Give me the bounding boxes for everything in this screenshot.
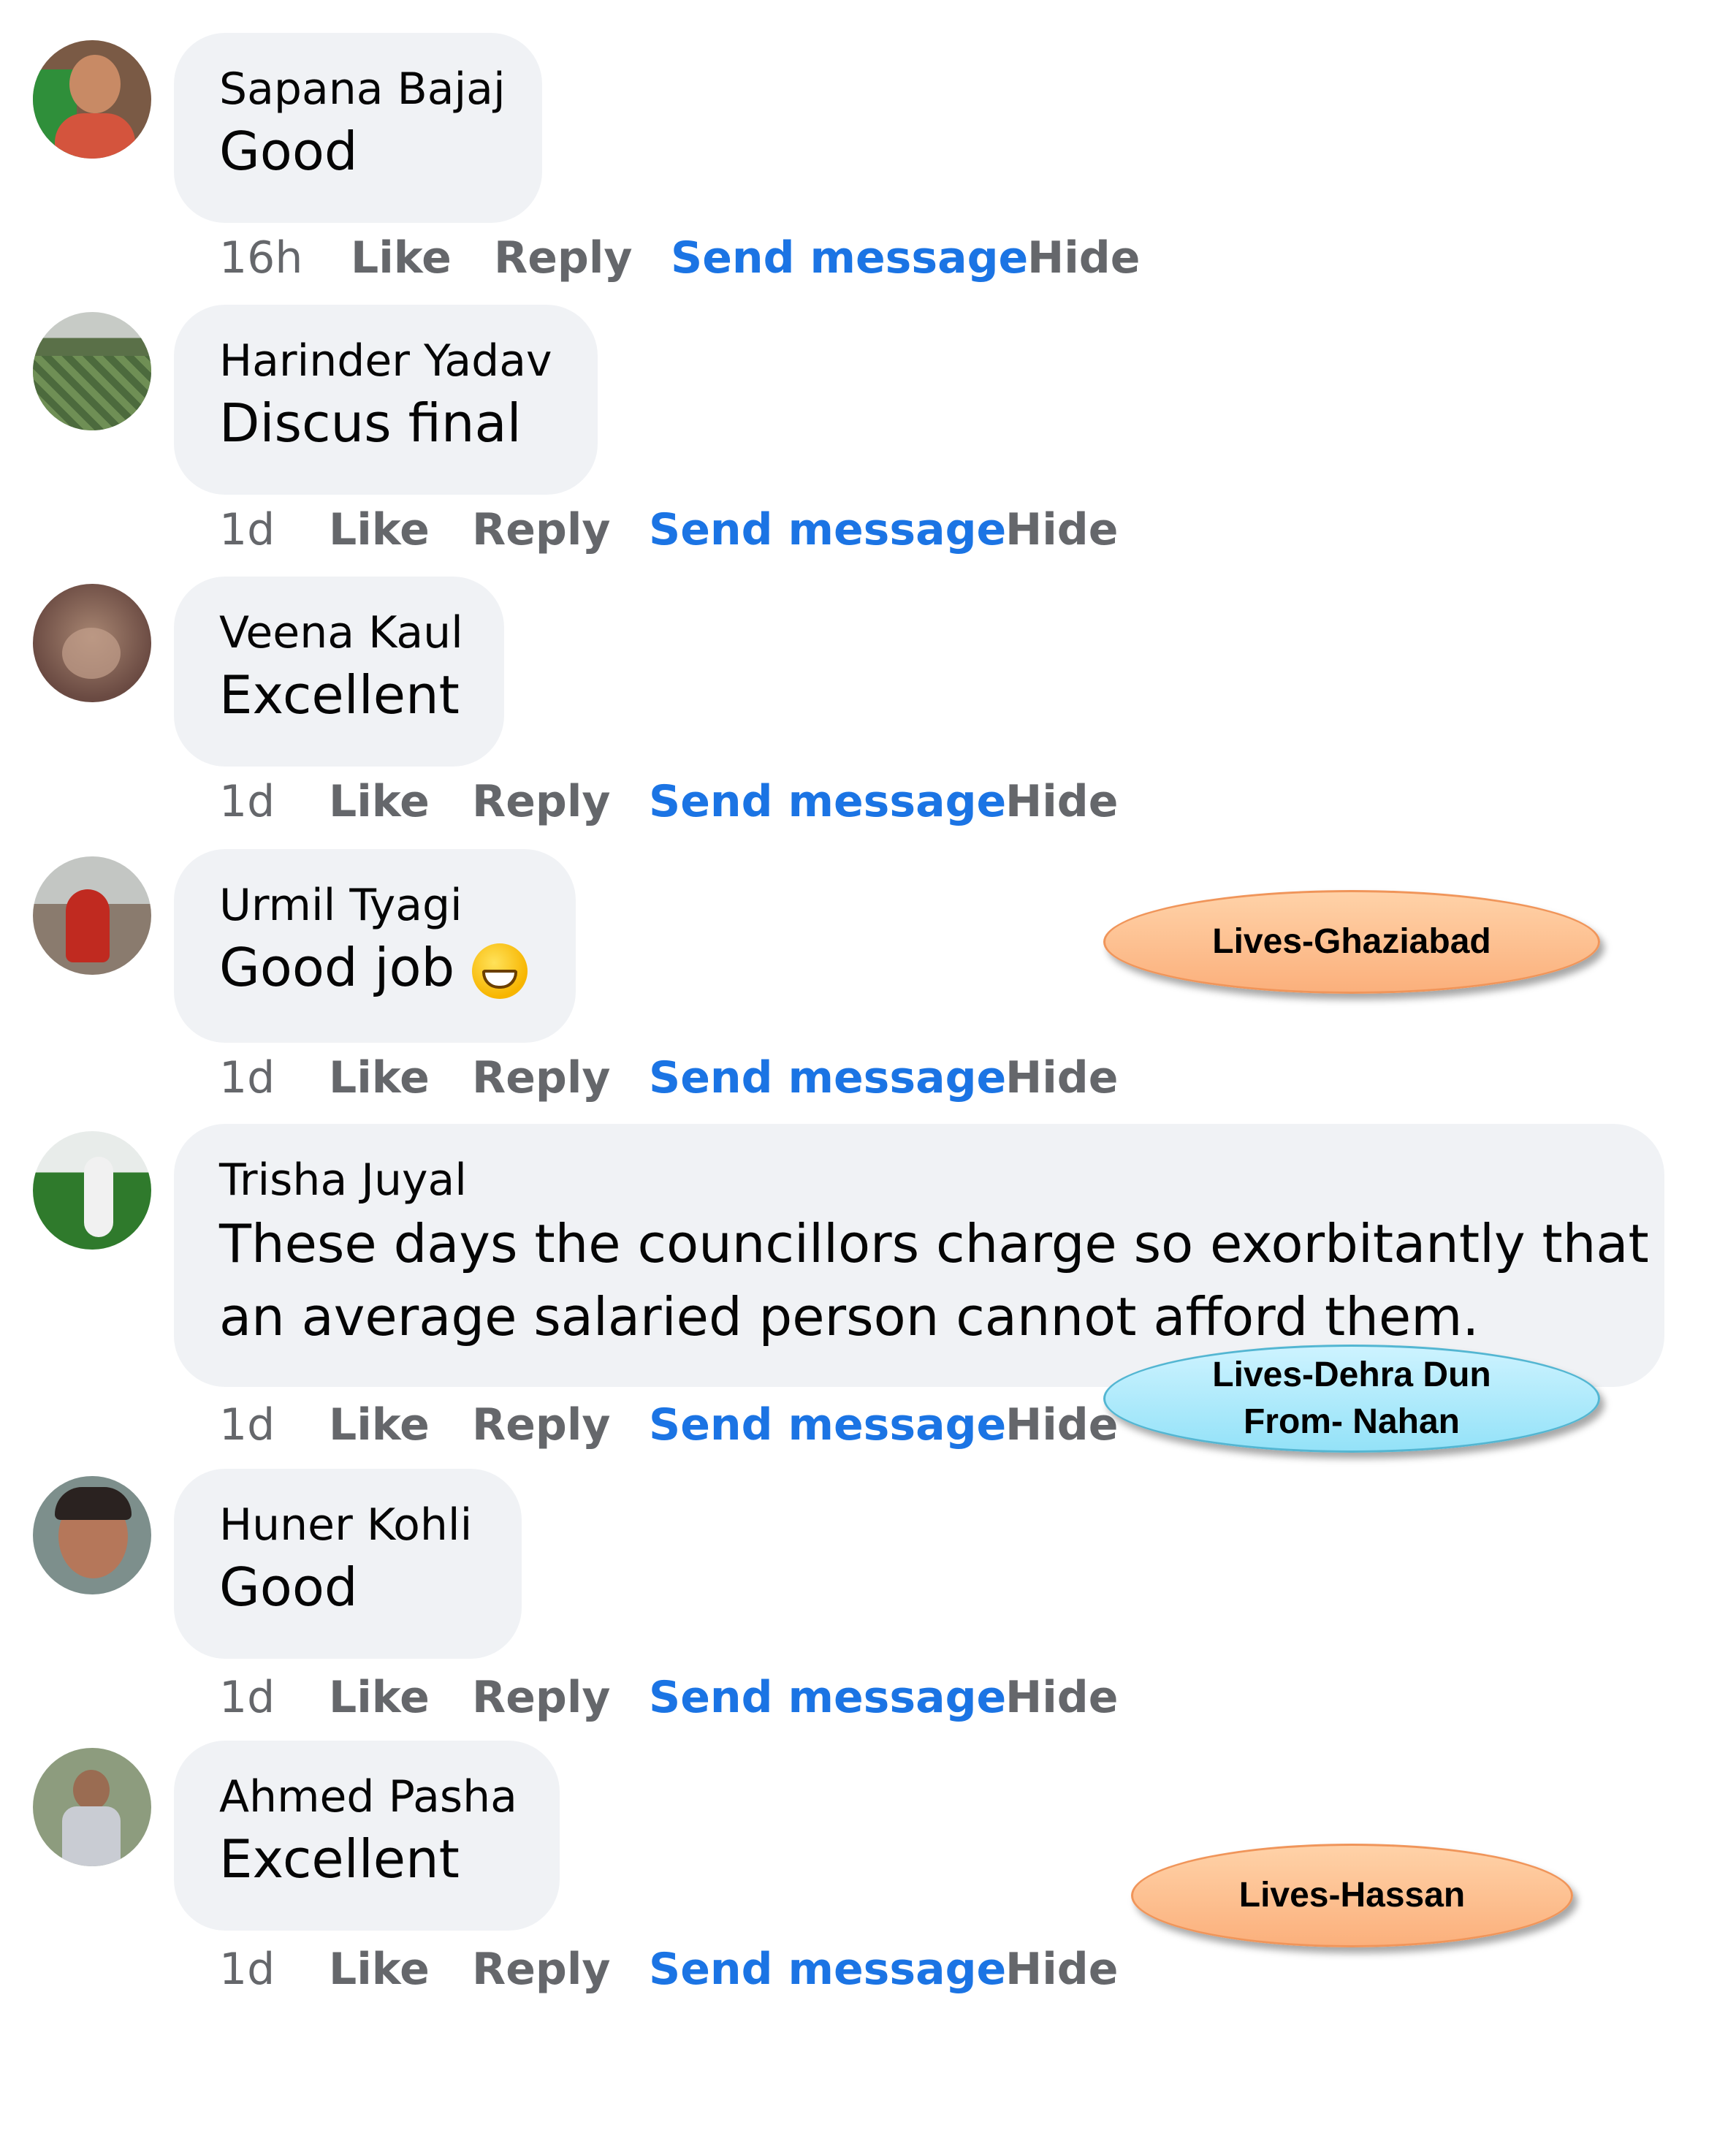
comment-text-value: Good job — [219, 937, 455, 998]
comment-text: Discus final — [219, 392, 522, 454]
commenter-name[interactable]: Huner Kohli — [219, 1498, 476, 1552]
comment-bubble: Huner Kohli Good — [174, 1469, 522, 1659]
grinning-face-icon — [472, 943, 528, 999]
commenter-name[interactable]: Ahmed Pasha — [219, 1770, 517, 1824]
timestamp[interactable]: 1d — [219, 1944, 275, 1995]
location-annotation: Lives-Ghaziabad — [1103, 890, 1600, 994]
comment-bubble: Sapana Bajaj Good — [174, 33, 542, 223]
hide-button[interactable]: Hide — [1005, 776, 1118, 827]
timestamp[interactable]: 1d — [219, 1399, 275, 1450]
like-button[interactable]: Like — [329, 1052, 430, 1103]
avatar[interactable] — [33, 1476, 151, 1594]
commenter-name[interactable]: Harinder Yadav — [219, 334, 552, 388]
send-message-button[interactable]: Send message — [671, 232, 1028, 284]
like-button[interactable]: Like — [329, 776, 430, 827]
comment-text: Good — [219, 121, 358, 182]
timestamp[interactable]: 1d — [219, 776, 275, 827]
avatar[interactable] — [33, 856, 151, 975]
timestamp[interactable]: 1d — [219, 1052, 275, 1103]
reply-button[interactable]: Reply — [472, 1399, 611, 1450]
annotation-line: From- Nahan — [1243, 1402, 1460, 1441]
reply-button[interactable]: Reply — [472, 776, 611, 827]
like-button[interactable]: Like — [329, 1944, 430, 1995]
reply-button[interactable]: Reply — [494, 232, 633, 284]
reply-button[interactable]: Reply — [472, 1052, 611, 1103]
send-message-button[interactable]: Send message — [649, 504, 1006, 555]
comment-bubble: Ahmed Pasha Excellent — [174, 1741, 560, 1931]
avatar[interactable] — [33, 584, 151, 702]
location-annotation: Lives-Hassan — [1131, 1844, 1573, 1947]
reply-button[interactable]: Reply — [472, 1944, 611, 1995]
annotation-text: Lives-Hassan — [1238, 1876, 1466, 1915]
avatar[interactable] — [33, 40, 151, 159]
hide-button[interactable]: Hide — [1005, 1672, 1118, 1723]
comment-text: Excellent — [219, 1828, 460, 1890]
send-message-button[interactable]: Send message — [649, 1944, 1006, 1995]
timestamp[interactable]: 16h — [219, 232, 302, 284]
avatar[interactable] — [33, 1748, 151, 1866]
comment-bubble: Harinder Yadav Discus final — [174, 305, 598, 495]
hide-button[interactable]: Hide — [1005, 1399, 1118, 1450]
comment-text: These days the councillors charge so exo… — [219, 1213, 1649, 1347]
send-message-button[interactable]: Send message — [649, 1672, 1006, 1723]
send-message-button[interactable]: Send message — [649, 1052, 1006, 1103]
avatar[interactable] — [33, 312, 151, 430]
like-button[interactable]: Like — [329, 1399, 430, 1450]
commenter-name[interactable]: Sapana Bajaj — [219, 62, 506, 116]
comment-bubble: Veena Kaul Excellent — [174, 577, 504, 767]
send-message-button[interactable]: Send message — [649, 776, 1006, 827]
avatar[interactable] — [33, 1131, 151, 1250]
hide-button[interactable]: Hide — [1005, 1052, 1118, 1103]
send-message-button[interactable]: Send message — [649, 1399, 1006, 1450]
comment-text: Good job — [219, 932, 530, 1003]
location-annotation: Lives-Dehra Dun From- Nahan — [1103, 1345, 1600, 1453]
comment-text: Excellent — [219, 664, 460, 726]
hide-button[interactable]: Hide — [1005, 1944, 1118, 1995]
commenter-name[interactable]: Veena Kaul — [219, 606, 463, 660]
comment-text: Good — [219, 1556, 358, 1618]
comment-bubble: Urmil Tyagi Good job — [174, 849, 576, 1043]
hide-button[interactable]: Hide — [1005, 504, 1118, 555]
like-button[interactable]: Like — [329, 1672, 430, 1723]
commenter-name[interactable]: Urmil Tyagi — [219, 878, 530, 932]
reply-button[interactable]: Reply — [472, 504, 611, 555]
like-button[interactable]: Like — [351, 232, 452, 284]
reply-button[interactable]: Reply — [472, 1672, 611, 1723]
like-button[interactable]: Like — [329, 504, 430, 555]
timestamp[interactable]: 1d — [219, 504, 275, 555]
commenter-name[interactable]: Trisha Juyal — [219, 1153, 1619, 1207]
annotation-text: Lives-Dehra Dun From- Nahan — [1212, 1352, 1491, 1445]
annotation-text: Lives-Ghaziabad — [1212, 922, 1491, 961]
hide-button[interactable]: Hide — [1027, 232, 1140, 284]
annotation-line: Lives-Dehra Dun — [1212, 1356, 1491, 1394]
timestamp[interactable]: 1d — [219, 1672, 275, 1723]
